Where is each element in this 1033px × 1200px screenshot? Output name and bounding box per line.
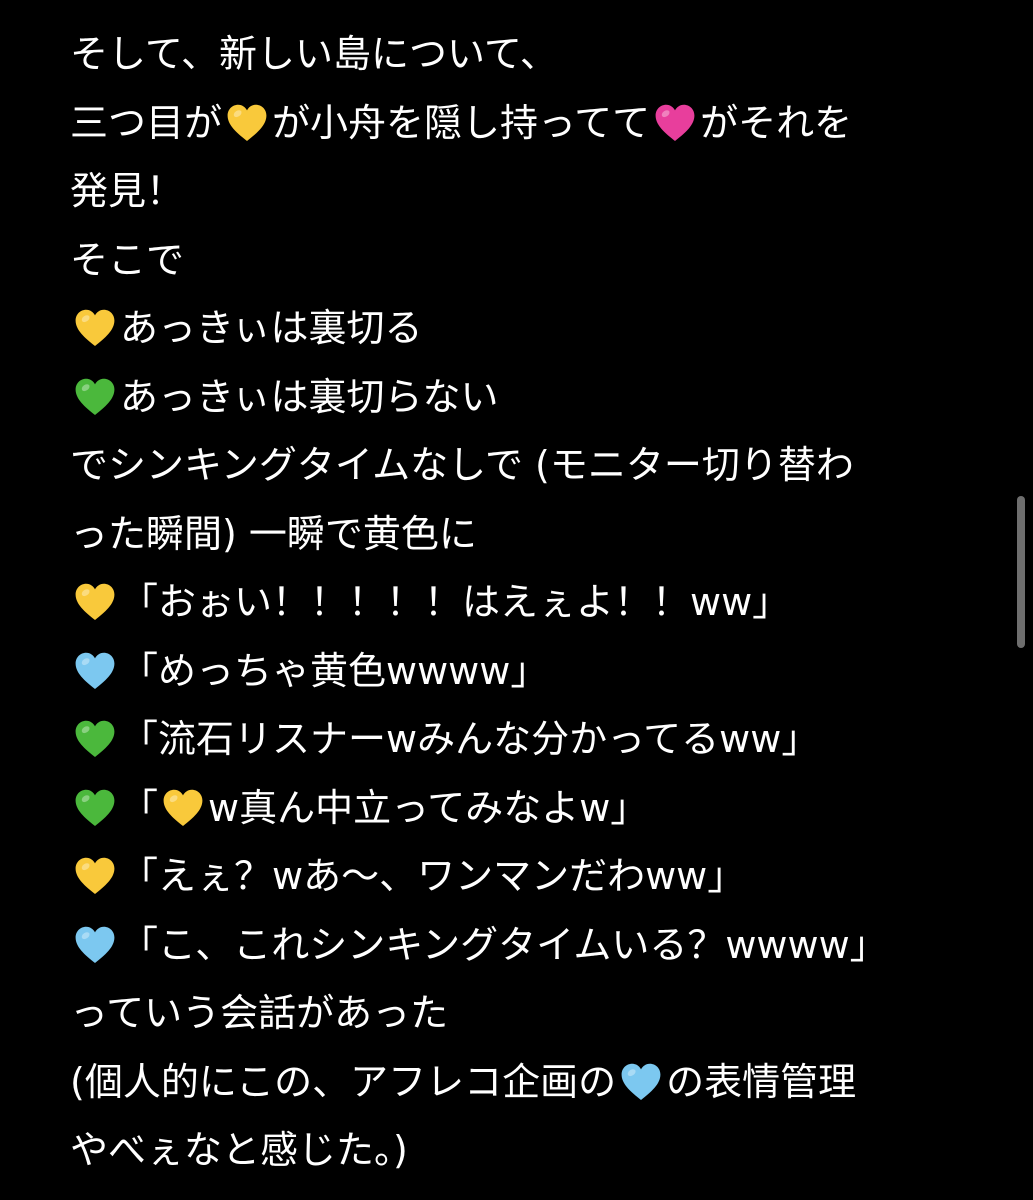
text-line: った瞬間) 一瞬で黄色に [70,500,970,569]
line-text: 「めっちゃ黄色wwww」 [120,648,549,693]
line-text: っていう会話があった [70,991,449,1035]
text-line: そして、新しい島について、 [70,20,970,89]
text-line: 「 w真ん中立ってみなよw」 [70,774,970,843]
text-line: 「めっちゃ黄色wwww」 [70,637,970,706]
line-text: でシンキングタイムなしで (モニター切り替わ [70,443,854,487]
line-text: 発見！ [70,169,185,213]
text-line: やべぇなと感じた。) [70,1116,970,1185]
line-text: 三つ目が [70,100,223,145]
line-text: やべぇなと感じた。) [70,1128,408,1172]
green-heart-icon [72,716,118,762]
text-line: そこで [70,226,970,295]
line-text: がそれを [700,100,853,145]
line-text: そこで [70,237,185,282]
green-heart-icon [72,374,118,420]
blue-heart-icon [72,922,118,968]
yellow-heart-icon [224,100,270,146]
text-line: 発見！ [70,157,970,226]
line-text: 「流石リスナーwみんな分かってるww」 [120,717,820,761]
line-text: 「おぉい！！！！！はえぇよ！！ww」 [120,580,791,624]
text-line: (個人的にこの、アフレコ企画の の表情管理 [70,1048,970,1117]
text-line: 「こ、これシンキングタイムいる？wwww」 [70,911,970,980]
line-text: 「こ、これシンキングタイムいる？wwww」 [120,922,888,967]
yellow-heart-icon [72,305,118,351]
text-line: 「えぇ？wあ～、ワンマンだわww」 [70,842,970,911]
blue-heart-icon [618,1059,664,1105]
text-line: 「おぉい！！！！！はえぇよ！！ww」 [70,568,970,637]
line-text: が小舟を隠し持ってて [272,100,651,145]
line-text: の表情管理 [666,1059,857,1104]
yellow-heart-icon [72,853,118,899]
text-line: でシンキングタイムなしで (モニター切り替わ [70,431,970,500]
line-text: った瞬間) 一瞬で黄色に [70,511,477,556]
yellow-heart-icon [160,785,206,831]
text-line: っていう会話があった [70,979,970,1048]
text-line: あっきぃは裏切る [70,294,970,363]
yellow-heart-icon [72,579,118,625]
line-text: 「えぇ？wあ～、ワンマンだわww」 [120,854,746,898]
scrollbar[interactable] [1017,496,1025,648]
text-line: 三つ目が が小舟を隠し持ってて がそれを [70,89,970,158]
line-text: 「 [120,785,159,830]
line-text: あっきぃは裏切る [120,306,423,350]
line-text: あっきぃは裏切らない [120,374,499,419]
line-text: w真ん中立ってみなよw」 [208,785,649,830]
text-line: あっきぃは裏切らない [70,363,970,432]
line-text: そして、新しい島について、 [70,32,558,76]
green-heart-icon [72,785,118,831]
line-text: (個人的にこの、アフレコ企画の [70,1059,617,1104]
pink-heart-icon [652,100,698,146]
text-line: 「流石リスナーwみんな分かってるww」 [70,705,970,774]
blue-heart-icon [72,648,118,694]
note-body: そして、新しい島について、 三つ目が が小舟を隠し持ってて がそれを 発見！ そ… [70,20,970,1185]
